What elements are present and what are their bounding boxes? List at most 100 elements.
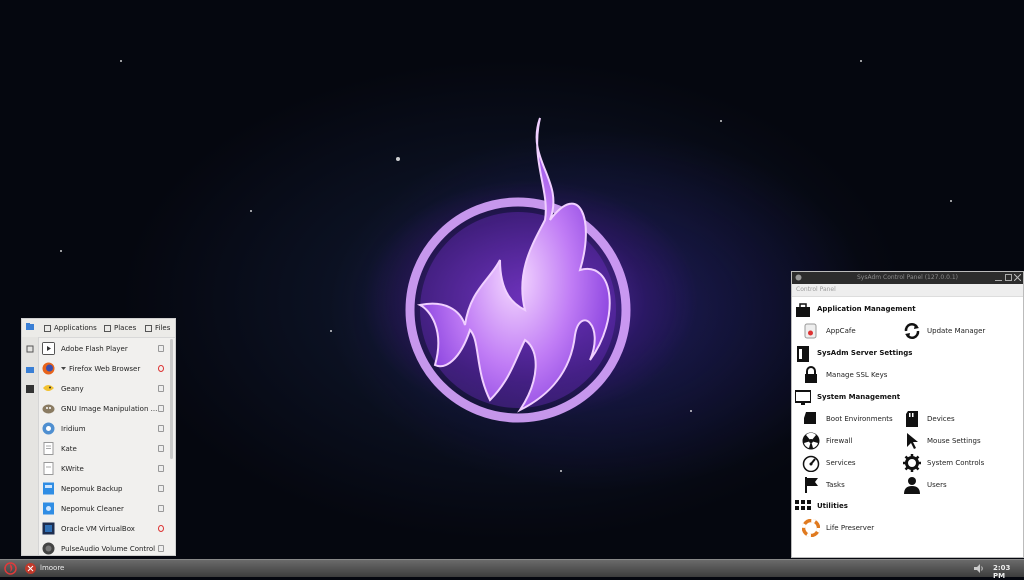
star (250, 210, 252, 212)
users-item[interactable]: Users (903, 475, 1018, 495)
mouse-settings-item[interactable]: Mouse Settings (903, 431, 1018, 451)
tasks-item[interactable]: Tasks (802, 475, 917, 495)
star (720, 120, 722, 122)
radiation-icon (802, 432, 820, 450)
application-menu: Applications Places Files Adobe Flash Pl… (21, 318, 176, 556)
scrollbar-thumb[interactable] (170, 339, 173, 459)
briefcase-icon (796, 303, 810, 317)
favorite-toggle-icon[interactable] (158, 385, 164, 392)
control-panel-window: SysAdm Control Panel (127.0.0.1) Control… (791, 271, 1024, 558)
list-item[interactable]: Iridium (39, 419, 167, 439)
favorite-toggle-icon[interactable] (158, 465, 164, 472)
item-label: AppCafe (826, 327, 856, 335)
menu-tab-bar: Applications Places Files (22, 319, 175, 338)
app-label: GNU Image Manipulation ... (61, 405, 158, 413)
tab-files[interactable]: Files (145, 319, 170, 337)
taskbar: lmoore 2:03 PM (0, 559, 1024, 580)
app-label: Kate (61, 445, 77, 453)
category-utilities: Utilities (792, 498, 1023, 516)
list-item[interactable]: Nepomuk Cleaner (39, 499, 167, 519)
category-sysadm-server-settings: SysAdm Server Settings (792, 345, 1023, 363)
services-item[interactable]: Services (802, 453, 917, 473)
favorite-toggle-icon[interactable] (158, 485, 164, 492)
menu-bar: Control Panel (792, 284, 1023, 297)
menu-scrollbar[interactable] (169, 339, 174, 553)
star (120, 60, 122, 62)
window-titlebar[interactable]: SysAdm Control Panel (127.0.0.1) (792, 272, 1023, 284)
volume-icon[interactable] (974, 563, 984, 574)
list-item[interactable]: GNU Image Manipulation ... (39, 399, 167, 419)
update-manager-item[interactable]: Update Manager (903, 321, 1018, 341)
devices-item[interactable]: Devices (903, 409, 1018, 429)
nepomuk-cleaner-icon (43, 502, 54, 515)
taskbar-label: lmoore (40, 564, 65, 572)
list-item[interactable]: Firefox Web Browser (39, 359, 167, 379)
list-item[interactable]: Adobe Flash Player (39, 339, 167, 359)
terminal-icon[interactable] (26, 385, 34, 393)
folder-icon[interactable] (26, 365, 34, 373)
application-list: Adobe Flash Player Firefox Web Browser G… (39, 339, 167, 555)
trueos-flame-logo (405, 117, 631, 423)
item-label: Mouse Settings (927, 437, 981, 445)
no-favorite-icon[interactable] (158, 365, 164, 372)
list-item[interactable]: Oracle VM VirtualBox (39, 519, 167, 539)
category-application-management: Application Management (792, 301, 1023, 319)
tab-places[interactable]: Places (104, 319, 136, 337)
tab-applications-label: Applications (54, 324, 97, 332)
category-label: System Management (817, 393, 901, 401)
minimize-button[interactable] (995, 274, 1002, 281)
favorite-toggle-icon[interactable] (158, 345, 164, 352)
list-item[interactable]: Geany (39, 379, 167, 399)
firewall-item[interactable]: Firewall (802, 431, 917, 451)
life-preserver-item[interactable]: Life Preserver (802, 518, 917, 538)
refresh-icon (904, 323, 920, 339)
virtualbox-icon (42, 522, 55, 535)
list-item[interactable]: PulseAudio Volume Control (39, 539, 167, 555)
item-label: Firewall (826, 437, 853, 445)
close-icon[interactable] (1014, 274, 1021, 281)
taskbar-window-button[interactable]: lmoore (22, 561, 92, 576)
system-controls-item[interactable]: System Controls (903, 453, 1018, 473)
star (330, 330, 332, 332)
favorite-toggle-icon[interactable] (158, 545, 164, 552)
category-system-management: System Management (792, 389, 1023, 407)
item-label: Life Preserver (826, 524, 875, 532)
clock[interactable]: 2:03 PM (993, 564, 1024, 580)
app-label: Firefox Web Browser (69, 365, 141, 373)
gimp-icon (42, 404, 55, 414)
item-label: Manage SSL Keys (826, 371, 888, 379)
star (860, 60, 862, 62)
favorite-toggle-icon[interactable] (158, 505, 164, 512)
user-session-icon (25, 563, 36, 574)
favorite-toggle-icon[interactable] (158, 445, 164, 452)
manage-ssl-keys-item[interactable]: Manage SSL Keys (802, 365, 917, 385)
kwrite-icon (43, 462, 54, 475)
favorite-toggle-icon[interactable] (158, 405, 164, 412)
tab-applications[interactable]: Applications (44, 319, 97, 337)
category-label: Application Management (817, 305, 916, 313)
list-item[interactable]: Nepomuk Backup (39, 479, 167, 499)
app-label: PulseAudio Volume Control (61, 545, 156, 553)
menu-sidebar (22, 337, 39, 555)
cursor-icon (907, 433, 918, 449)
favorites-icon[interactable] (26, 345, 34, 353)
list-item[interactable]: Kate (39, 439, 167, 459)
files-icon (145, 324, 152, 332)
gauge-icon (802, 455, 820, 472)
pulseaudio-icon (42, 542, 55, 555)
item-label: Users (927, 481, 947, 489)
menu-label[interactable]: Control Panel (796, 286, 836, 293)
no-favorite-icon[interactable] (158, 525, 164, 532)
item-label: Tasks (826, 481, 845, 489)
life-preserver-icon (802, 519, 820, 537)
item-label: Update Manager (927, 327, 986, 335)
boot-environments-item[interactable]: Boot Environments (802, 409, 917, 429)
maximize-button[interactable] (1005, 274, 1012, 281)
gear-icon (903, 454, 921, 472)
list-item[interactable]: KWrite (39, 459, 167, 479)
menu-home-button[interactable] (26, 319, 34, 337)
start-menu-icon[interactable] (4, 562, 17, 575)
appcafe-item[interactable]: AppCafe (802, 321, 917, 341)
favorite-toggle-icon[interactable] (158, 425, 164, 432)
expand-triangle-icon[interactable] (61, 366, 66, 371)
